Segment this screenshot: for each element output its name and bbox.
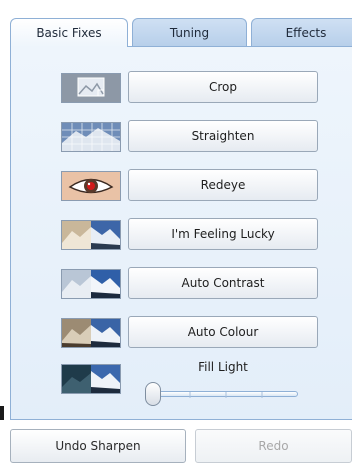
feeling-lucky-thumbnail-icon (61, 220, 121, 250)
auto-colour-thumbnail-icon (61, 318, 121, 348)
straighten-button[interactable]: Straighten (128, 120, 318, 152)
fix-row-auto-colour: Auto Colour (11, 316, 352, 350)
tab-tuning[interactable]: Tuning (132, 18, 247, 46)
straighten-thumbnail-icon (61, 122, 121, 152)
redeye-button[interactable]: Redeye (128, 169, 318, 201)
fill-light-label: Fill Light (198, 360, 248, 374)
basic-fixes-panel: Crop Straighten Redeye I'm Feeling Lucky… (10, 46, 352, 420)
feeling-lucky-button[interactable]: I'm Feeling Lucky (128, 218, 318, 250)
edge-marker (0, 406, 4, 420)
undo-button[interactable]: Undo Sharpen (10, 429, 186, 463)
button-label: Undo Sharpen (55, 439, 141, 453)
button-label: Straighten (191, 129, 255, 143)
button-label: Auto Colour (187, 325, 259, 339)
fix-row-fill-light: Fill Light (11, 360, 352, 410)
button-label: Auto Contrast (181, 276, 265, 290)
fix-row-redeye: Redeye (11, 169, 352, 203)
crop-thumbnail-icon (61, 73, 121, 103)
tab-label: Tuning (169, 25, 210, 40)
tab-label: Basic Fixes (36, 26, 102, 40)
tab-basic-fixes[interactable]: Basic Fixes (10, 18, 128, 47)
fill-light-slider-handle[interactable] (145, 382, 161, 406)
fix-row-straighten: Straighten (11, 120, 352, 154)
button-label: Crop (208, 80, 237, 94)
tab-effects[interactable]: Effects (251, 18, 352, 46)
fix-row-feeling-lucky: I'm Feeling Lucky (11, 218, 352, 252)
fill-light-slider-track[interactable] (153, 391, 298, 398)
button-label: Redo (258, 439, 289, 453)
button-label: I'm Feeling Lucky (171, 227, 275, 241)
fill-light-thumbnail-icon (61, 364, 121, 394)
redo-button: Redo (195, 429, 352, 463)
fix-row-crop: Crop (11, 71, 352, 105)
redeye-thumbnail-icon (61, 171, 121, 201)
fix-row-auto-contrast: Auto Contrast (11, 267, 352, 301)
crop-button[interactable]: Crop (128, 71, 318, 103)
auto-colour-button[interactable]: Auto Colour (128, 316, 318, 348)
auto-contrast-thumbnail-icon (61, 269, 121, 299)
tab-label: Effects (285, 25, 327, 40)
button-label: Redeye (200, 178, 246, 192)
auto-contrast-button[interactable]: Auto Contrast (128, 267, 318, 299)
picasa-edit-panel: Basic Fixes Tuning Effects Crop Straight… (0, 0, 352, 463)
